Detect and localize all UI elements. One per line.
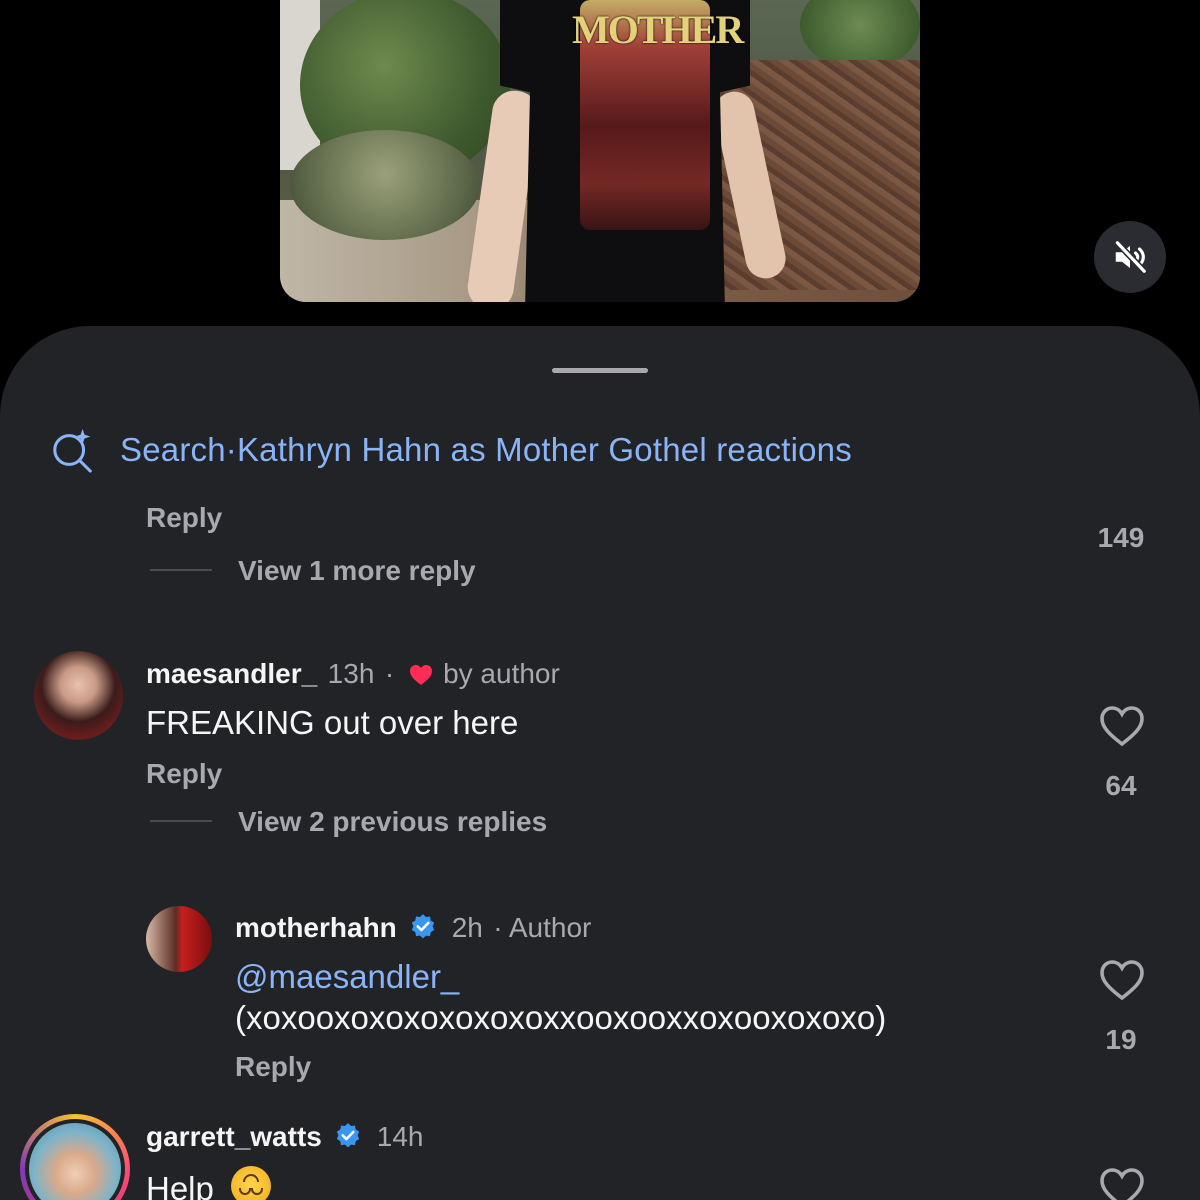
like-count: 19 (1105, 1024, 1137, 1055)
comment-text: FREAKING out over here (146, 704, 519, 741)
thread-divider (150, 569, 212, 571)
search-sparkle-icon (53, 428, 92, 473)
comments-sheet: Search · Kathryn Hahn as Mother Gothel r… (0, 326, 1200, 1200)
comment-text-row: Help (146, 1166, 272, 1200)
avatar-frame (25, 1119, 125, 1200)
search-separator: · (225, 431, 237, 468)
heart-outline-icon[interactable] (1098, 1166, 1146, 1200)
username[interactable]: garrett_watts (146, 1121, 322, 1152)
liked-by-author: by author (443, 658, 560, 689)
mention-link[interactable]: @maesandler_ (235, 958, 459, 996)
avatar (29, 1123, 121, 1200)
avatar[interactable] (34, 651, 123, 740)
video-shrub (290, 130, 480, 240)
comment-header: garrett_watts 14h (146, 1121, 423, 1153)
mute-button[interactable] (1094, 221, 1166, 293)
thread-divider (150, 820, 212, 822)
video-player[interactable]: MOTHER (280, 0, 920, 302)
story-ring[interactable] (20, 1114, 130, 1200)
comment-header: motherhahn 2h · Author (235, 912, 591, 944)
timestamp: 2h (451, 912, 483, 943)
author-label: · Author (493, 912, 592, 943)
search-query: Kathryn Hahn as Mother Gothel reactions (236, 431, 852, 468)
search-suggestion[interactable]: Search · Kathryn Hahn as Mother Gothel r… (50, 426, 852, 474)
verified-badge-icon (412, 914, 435, 939)
comment-text: (xoxooxoxoxoxoxoxoxxooxooxxoxooxoxoxo) (235, 999, 887, 1036)
comment-header: maesandler_ 13h · by author (146, 658, 560, 690)
upside-down-face-icon (231, 1166, 272, 1200)
avatar[interactable] (146, 906, 212, 972)
comment-text: Help (146, 1170, 214, 1200)
reply-button[interactable]: Reply (235, 1051, 311, 1083)
heart-outline-icon[interactable] (1098, 958, 1146, 1002)
speaker-muted-icon (1114, 239, 1148, 275)
like-count: 64 (1105, 770, 1137, 801)
verified-badge-icon (337, 1123, 360, 1148)
shirt-graphic-title: MOTHER (572, 7, 744, 52)
reply-button[interactable]: Reply (146, 502, 222, 534)
heart-outline-icon[interactable] (1098, 704, 1146, 748)
separator: · (384, 658, 395, 689)
reply-button[interactable]: Reply (146, 758, 222, 790)
timestamp: 13h (327, 658, 375, 689)
video-person: MOTHER (464, 0, 790, 302)
view-previous-replies[interactable]: View 2 previous replies (238, 806, 547, 838)
search-label: Search (120, 431, 226, 468)
username[interactable]: motherhahn (235, 912, 397, 943)
username[interactable]: maesandler_ (146, 658, 317, 689)
heart-filled-icon (409, 665, 432, 685)
view-more-replies[interactable]: View 1 more reply (238, 555, 476, 587)
like-count: 149 (1097, 522, 1145, 553)
sheet-grabber[interactable] (552, 368, 648, 373)
timestamp: 14h (376, 1121, 424, 1152)
